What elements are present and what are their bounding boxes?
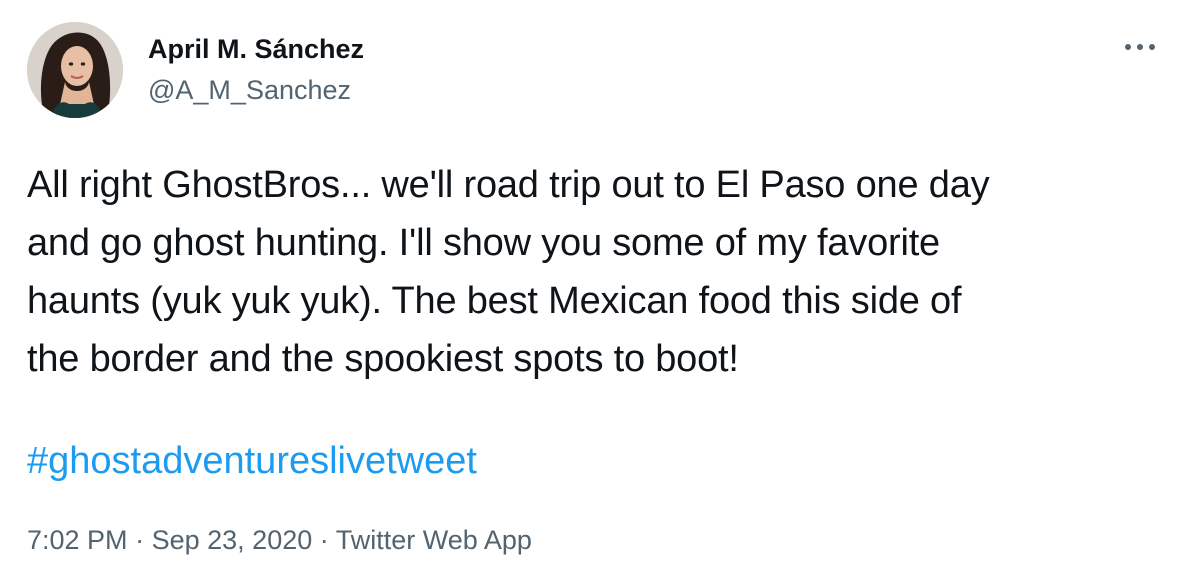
hashtag-link[interactable]: #ghostadventureslivetweet <box>27 432 477 490</box>
separator: · <box>319 525 329 555</box>
tweet-date[interactable]: Sep 23, 2020 <box>152 525 313 555</box>
author-info: April M. Sánchez @A_M_Sanchez <box>148 33 364 106</box>
tweet-time[interactable]: 7:02 PM <box>27 525 128 555</box>
tweet-text: All right GhostBros... we'll road trip o… <box>27 164 990 380</box>
author-handle[interactable]: @A_M_Sanchez <box>148 74 364 106</box>
tweet-metadata: 7:02 PM · Sep 23, 2020 · Twitter Web App <box>27 520 532 560</box>
tweet-card: April M. Sánchez @A_M_Sanchez All right … <box>0 0 1190 588</box>
more-options-button[interactable] <box>1120 30 1160 64</box>
more-horizontal-icon <box>1125 44 1155 50</box>
profile-photo-icon <box>27 22 123 118</box>
author-display-name[interactable]: April M. Sánchez <box>148 33 364 65</box>
avatar[interactable] <box>27 22 123 118</box>
tweet-source[interactable]: Twitter Web App <box>336 525 532 555</box>
separator: · <box>135 525 145 555</box>
